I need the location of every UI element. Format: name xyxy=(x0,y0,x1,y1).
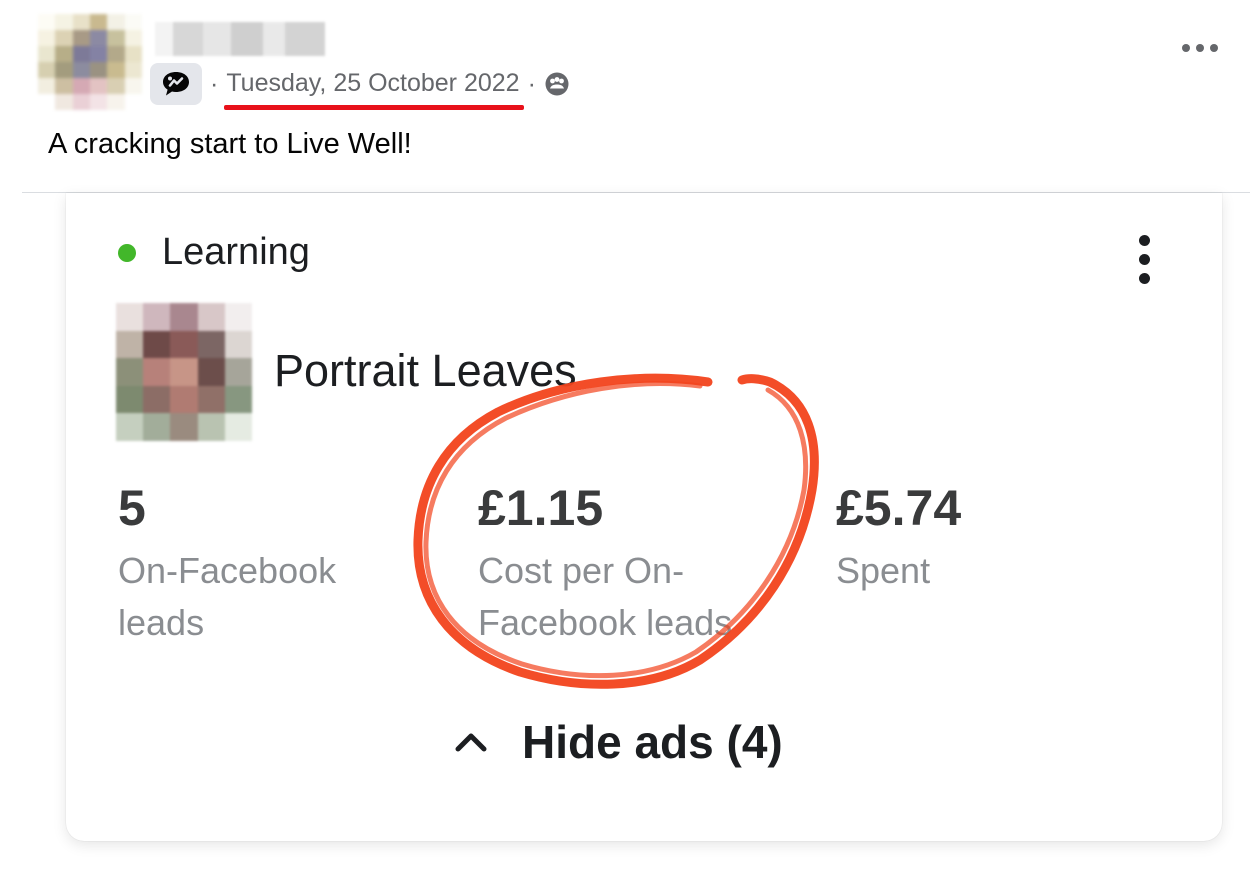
members-audience-icon[interactable] xyxy=(544,71,570,97)
ad-thumbnail[interactable] xyxy=(116,303,252,441)
metric-label: Spent xyxy=(836,550,931,591)
group-chat-icon[interactable] xyxy=(150,63,202,105)
chevron-up-icon xyxy=(455,733,487,752)
dot xyxy=(1139,235,1150,246)
dot xyxy=(1139,254,1150,265)
ad-performance-card: Learning Portrait Leaves 5 On-Facebook l… xyxy=(66,193,1222,841)
dot xyxy=(1196,44,1204,52)
dot xyxy=(1139,273,1150,284)
post-date-text[interactable]: Tuesday, 25 October 2022 xyxy=(226,69,519,97)
metric-value: £5.74 xyxy=(836,480,962,536)
more-vertical-icon[interactable] xyxy=(1139,235,1150,284)
facebook-post: · Tuesday, 25 October 2022 · A cracking … xyxy=(0,0,1250,870)
author-name[interactable] xyxy=(155,22,325,56)
ad-status: Learning xyxy=(118,231,310,274)
post-date[interactable]: Tuesday, 25 October 2022 xyxy=(224,69,524,110)
hide-ads-label[interactable]: Hide ads (4) xyxy=(522,715,783,769)
metric-cost-per-lead: £1.15 Cost per On-Facebook leads xyxy=(478,477,778,649)
metric-label: On-Facebook leads xyxy=(118,550,337,643)
metric-spent: £5.74 Spent xyxy=(836,477,1096,597)
author-avatar[interactable] xyxy=(38,14,142,110)
status-dot-icon xyxy=(118,243,136,262)
dot xyxy=(1210,44,1218,52)
post-text: A cracking start to Live Well! xyxy=(48,128,412,160)
dot xyxy=(1182,44,1190,52)
status-label: Learning xyxy=(162,231,310,273)
metric-value: £1.15 xyxy=(478,480,604,536)
meta-separator: · xyxy=(210,69,219,98)
ad-name[interactable]: Portrait Leaves xyxy=(274,345,577,397)
hide-ads-button[interactable]: Hide ads (4) xyxy=(454,715,783,769)
metric-leads: 5 On-Facebook leads xyxy=(118,477,398,649)
post-meta: · Tuesday, 25 October 2022 · xyxy=(150,62,570,110)
meta-separator: · xyxy=(527,69,536,98)
metric-label: Cost per On-Facebook leads xyxy=(478,550,733,643)
metric-value: 5 xyxy=(118,480,146,536)
red-underline-annotation xyxy=(224,104,524,110)
more-options-icon[interactable] xyxy=(1182,44,1218,52)
